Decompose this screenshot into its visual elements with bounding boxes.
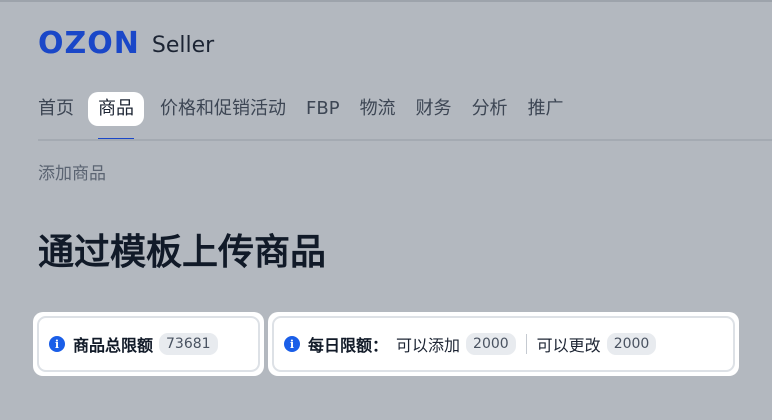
total-limit-card-inner: i 商品总限额 73681: [37, 316, 260, 372]
nav-divider: [38, 139, 772, 141]
total-limit-value: 73681: [159, 333, 218, 355]
nav-item-prices-promotions[interactable]: 价格和促销活动: [150, 92, 296, 126]
logo-brand: OZON: [38, 26, 140, 61]
daily-add-text: 可以添加: [396, 336, 461, 355]
info-icon[interactable]: i: [49, 336, 65, 352]
daily-limit-label: 每日限额：: [308, 336, 389, 355]
daily-edit-text: 可以更改: [536, 336, 601, 355]
nav-item-promotion[interactable]: 推广: [518, 92, 574, 126]
daily-add-value: 2000: [466, 333, 516, 355]
nav-item-home[interactable]: 首页: [38, 92, 84, 126]
page-title: 通过模板上传商品: [38, 232, 327, 273]
breadcrumb[interactable]: 添加商品: [38, 162, 106, 186]
daily-limit-card-inner: i 每日限额： 可以添加 2000 可以更改 2000: [272, 316, 735, 372]
nav-item-finance[interactable]: 财务: [406, 92, 462, 126]
logo-product: Seller: [151, 33, 215, 58]
nav-item-products[interactable]: 商品: [88, 92, 144, 140]
info-icon[interactable]: i: [284, 336, 300, 352]
nav-item-logistics[interactable]: 物流: [350, 92, 406, 126]
ozon-seller-logo[interactable]: OZON Seller: [38, 26, 214, 62]
nav-item-fbp[interactable]: FBP: [296, 92, 350, 126]
divider: [525, 334, 527, 354]
nav-item-analytics[interactable]: 分析: [462, 92, 518, 126]
daily-edit-value: 2000: [606, 333, 657, 355]
main-nav: 首页 商品 价格和促销活动 FBP 物流 财务 分析 推广: [38, 92, 574, 140]
daily-limit-card: i 每日限额： 可以添加 2000 可以更改 2000: [268, 312, 739, 376]
total-limit-label: 商品总限额: [73, 336, 154, 355]
total-limit-card: i 商品总限额 73681: [33, 312, 264, 376]
top-divider: [0, 0, 772, 2]
